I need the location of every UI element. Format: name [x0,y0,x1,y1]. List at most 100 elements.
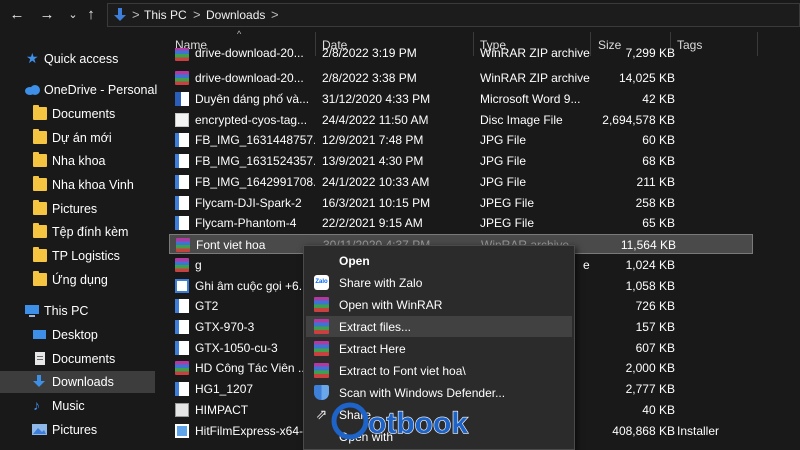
nav-item-du-an-moi[interactable]: Dự án mới [0,127,155,149]
file-row[interactable]: FB_IMG_1631524357... 13/9/2021 4:30 PM J… [169,151,753,171]
navigation-pane: ★ Quick access OneDrive - Personal Docum… [0,30,157,450]
file-type: WinRAR ZIP archive [480,71,590,85]
rar-icon [175,258,189,272]
nav-item-tep-dinh-kem[interactable]: Tệp đính kèm [0,221,155,243]
nav-item-documents[interactable]: Documents [0,348,155,370]
nav-item-this-pc[interactable]: This PC [0,300,155,322]
up-button[interactable]: ↑ [80,4,102,26]
breadcrumb-separator: > [271,7,279,22]
file-row[interactable]: FB_IMG_1631448757... 12/9/2021 7:48 PM J… [169,130,753,150]
menu-item-open[interactable]: Open [306,250,572,271]
menu-item-share-with-zalo[interactable]: Zalo Share with Zalo [306,272,572,293]
disc-image-icon [175,113,189,127]
file-date: 12/9/2021 7:48 PM [322,133,424,147]
file-date: 16/3/2021 10:15 PM [322,196,431,210]
file-type: WinRAR ZIP archive [480,48,590,60]
watermark-ring [331,402,369,440]
nav-item-label: OneDrive - Personal [44,83,158,97]
nav-item-label: TP Logistics [52,249,120,263]
nav-item-pictures-onedrive[interactable]: Pictures [0,198,155,220]
star-icon: ★ [26,50,39,66]
nav-item-label: Tệp đính kèm [52,225,129,239]
address-bar[interactable]: > This PC > Downloads > [107,3,800,27]
menu-item-label: Open with WinRAR [339,298,443,312]
file-size: 60 KB [642,133,675,147]
file-name: g [195,258,202,272]
nav-item-label: Nha khoa [52,154,106,168]
nav-item-documents-onedrive[interactable]: Documents [0,103,155,125]
installer-icon [175,424,189,438]
file-row[interactable]: Duyên dáng phố và... 31/12/2020 4:33 PM … [169,89,753,109]
nav-item-label: Quick access [44,52,119,66]
menu-item-label: Extract to Font viet hoa\ [339,364,466,378]
file-type: JPEG File [480,216,535,230]
nav-item-desktop[interactable]: Desktop [0,324,155,346]
file-name: HitFilmExpress-x64-... [195,424,314,438]
file-row[interactable]: encrypted-cyos-tag... 24/4/2022 11:50 AM… [169,110,753,130]
forward-arrow-icon: → [39,6,55,23]
cloud-icon [25,85,40,95]
back-button[interactable]: ← [6,4,28,26]
winrar-icon [314,297,329,312]
file-type: JPG File [480,175,527,189]
nav-item-label: Desktop [52,328,98,342]
file-type: JPG File [480,154,527,168]
file-size: 40 KB [642,403,675,417]
winrar-icon [314,319,329,334]
menu-item-extract-here[interactable]: Extract Here [306,338,572,359]
menu-item-open-with-winrar[interactable]: Open with WinRAR [306,294,572,315]
share-icon: ⇗ [315,406,328,422]
menu-item-extract-files[interactable]: Extract files... [306,316,572,337]
image-icon [175,320,189,334]
nav-item-nha-khoa[interactable]: Nha khoa [0,150,155,172]
file-size: 7,299 KB [625,48,675,60]
file-row[interactable]: Flycam-Phantom-4 22/2/2021 9:15 AM JPEG … [169,213,753,233]
file-size: 408,868 KB [612,424,675,438]
breadcrumb-downloads[interactable]: Downloads [206,8,265,22]
file-date: 24/4/2022 11:50 AM [322,113,429,127]
rar-icon [176,238,190,252]
nav-item-onedrive[interactable]: OneDrive - Personal [0,79,158,101]
file-name: Flycam-Phantom-4 [195,216,297,230]
nav-item-ung-dung[interactable]: Ứng dụng [0,269,155,291]
defender-shield-icon [314,385,329,400]
breadcrumb-separator: > [193,7,201,22]
back-arrow-icon: ← [9,6,25,23]
nav-item-pictures[interactable]: Pictures [0,419,155,441]
file-size: 258 KB [635,196,675,210]
image-icon [175,175,189,189]
nav-item-music[interactable]: ♪ Music [0,395,155,417]
file-name: FB_IMG_1631448757... [195,133,315,147]
nav-item-label: Nha khoa Vinh [52,178,134,192]
file-row[interactable]: drive-download-20... 2/8/2022 3:38 PM Wi… [169,68,753,88]
breadcrumb-this-pc[interactable]: This PC [144,8,187,22]
folder-icon [33,152,47,167]
file-name: Ghi âm cuộc gọi +6... [195,279,309,293]
nav-item-quick-access[interactable]: ★ Quick access [0,48,155,70]
file-date: 2/8/2022 3:19 PM [322,48,417,60]
column-divider[interactable] [757,32,758,56]
image-icon [175,216,189,230]
watermark-text: otbook [368,407,468,440]
file-size: 68 KB [642,154,675,168]
sort-ascending-icon: ^ [237,29,242,39]
nav-item-label: Documents [52,352,116,366]
rar-icon [175,71,189,85]
winrar-icon [314,341,329,356]
title-nav-bar: ← → ⌄ ↑ > This PC > Downloads > [0,0,800,30]
file-tags: Installer [677,424,720,438]
file-name: GT2 [195,299,219,313]
file-row[interactable]: drive-download-20... 2/8/2022 3:19 PM Wi… [169,48,753,64]
file-size: 1,024 KB [625,258,675,272]
folder-icon [33,271,47,286]
forward-button[interactable]: → [36,4,58,26]
file-size: 157 KB [635,320,675,334]
file-row[interactable]: Flycam-DJI-Spark-2 16/3/2021 10:15 PM JP… [169,193,753,213]
file-row[interactable]: FB_IMG_1642991708... 24/1/2022 10:33 AM … [169,172,753,192]
menu-item-extract-to-folder[interactable]: Extract to Font viet hoa\ [306,360,572,381]
nav-item-nha-khoa-vinh[interactable]: Nha khoa Vinh [0,174,155,196]
nav-item-tp-logistics[interactable]: TP Logistics [0,245,155,267]
nav-item-label: Pictures [52,423,98,437]
file-type: Disc Image File [480,113,563,127]
nav-item-downloads[interactable]: Downloads [0,371,155,393]
